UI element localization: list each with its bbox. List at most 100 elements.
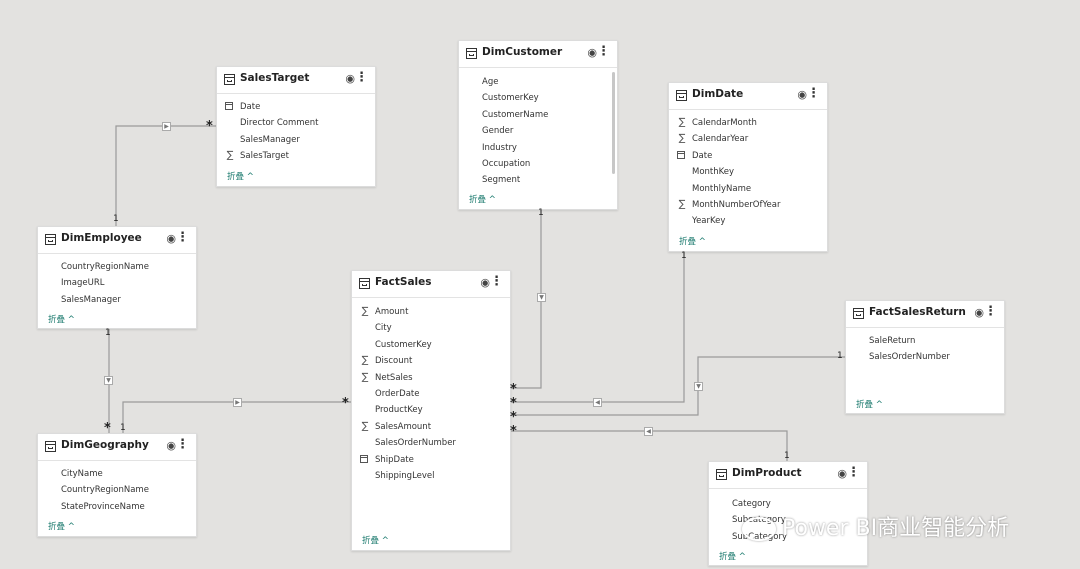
table-card-dimdate[interactable]: DimDate ◉ ⋮ ∑ CalendarMonth ∑ CalendarYear…	[668, 82, 828, 252]
table-icon	[716, 469, 727, 480]
filter-direction-left-icon[interactable]: ◀	[644, 427, 653, 436]
field-item[interactable]: Date	[217, 100, 375, 116]
more-options-icon[interactable]: ⋮	[597, 44, 610, 60]
eye-icon[interactable]: ◉	[345, 73, 355, 85]
table-header[interactable]: DimGeography ◉ ⋮	[38, 434, 196, 461]
eye-icon[interactable]: ◉	[166, 440, 176, 452]
more-options-icon[interactable]: ⋮	[176, 230, 189, 246]
field-item[interactable]: Age	[459, 75, 617, 91]
field-item[interactable]: ImageURL	[38, 276, 196, 292]
more-options-icon[interactable]: ⋮	[807, 86, 820, 102]
filter-direction-down-icon[interactable]: ▼	[537, 293, 546, 302]
model-canvas[interactable]: SalesTarget ◉ ⋮ Date Director Comment Sa…	[0, 0, 1080, 569]
field-item[interactable]: ∑ CalendarYear	[669, 132, 827, 148]
table-card-factsales[interactable]: FactSales ◉ ⋮ ∑ Amount City CustomerKey ∑…	[351, 270, 511, 551]
collapse-link[interactable]: 折叠 ^	[48, 313, 75, 325]
field-name: CustomerName	[482, 109, 549, 120]
collapse-link[interactable]: 折叠 ^	[719, 550, 746, 562]
more-options-icon[interactable]: ⋮	[355, 70, 368, 86]
table-card-salestarget[interactable]: SalesTarget ◉ ⋮ Date Director Comment Sa…	[216, 66, 376, 187]
field-item[interactable]: StateProvinceName	[38, 500, 196, 516]
eye-icon[interactable]: ◉	[974, 307, 984, 319]
field-item[interactable]: ∑ SalesAmount	[352, 420, 510, 436]
field-item[interactable]: ShippingLevel	[352, 469, 510, 485]
collapse-link[interactable]: 折叠 ^	[362, 534, 389, 546]
table-header[interactable]: DimEmployee ◉ ⋮	[38, 227, 196, 254]
field-item[interactable]: SalesOrderNumber	[352, 436, 510, 452]
field-item[interactable]: ∑ Amount	[352, 305, 510, 321]
filter-direction-down-icon[interactable]: ▼	[694, 382, 703, 391]
collapse-link[interactable]: 折叠 ^	[856, 398, 883, 410]
cardinality-one: 1	[837, 351, 843, 361]
field-name: SalesManager	[240, 134, 300, 145]
cardinality-one: 1	[113, 214, 119, 224]
sigma-icon: ∑	[678, 133, 686, 145]
table-header[interactable]: DimProduct ◉ ⋮	[709, 462, 867, 489]
field-item[interactable]: Industry	[459, 141, 617, 157]
field-item[interactable]: MonthKey	[669, 165, 827, 181]
more-options-icon[interactable]: ⋮	[490, 274, 503, 290]
field-item[interactable]: SaleReturn	[846, 334, 1004, 350]
field-item[interactable]: CountryRegionName	[38, 260, 196, 276]
field-name: City	[375, 323, 392, 334]
field-item[interactable]: SalesManager	[38, 293, 196, 309]
field-item[interactable]: ∑ Discount	[352, 354, 510, 370]
field-item[interactable]: CustomerKey	[459, 91, 617, 107]
sigma-icon: ∑	[361, 355, 369, 367]
filter-direction-right-icon[interactable]: ▶	[233, 398, 242, 407]
more-options-icon[interactable]: ⋮	[984, 304, 997, 320]
field-name: CountryRegionName	[61, 485, 149, 496]
field-item[interactable]: CountryRegionName	[38, 483, 196, 499]
table-card-dimemployee[interactable]: DimEmployee ◉ ⋮ CountryRegionName ImageU…	[37, 226, 197, 329]
field-item[interactable]: OrderDate	[352, 387, 510, 403]
field-name: Category	[732, 499, 771, 509]
table-header[interactable]: DimDate ◉ ⋮	[669, 83, 827, 110]
eye-icon[interactable]: ◉	[480, 277, 490, 289]
collapse-link[interactable]: 折叠 ^	[227, 170, 254, 182]
table-card-factsalesreturn[interactable]: FactSalesReturn ◉ ⋮ SaleReturn SalesOrde…	[845, 300, 1005, 414]
cardinality-many: *	[510, 410, 517, 425]
field-item[interactable]: CityName	[38, 467, 196, 483]
field-item[interactable]: MonthlyName	[669, 182, 827, 198]
collapse-link[interactable]: 折叠 ^	[48, 520, 75, 532]
table-header[interactable]: FactSalesReturn ◉ ⋮	[846, 301, 1004, 328]
filter-direction-left-icon[interactable]: ◀	[593, 398, 602, 407]
field-item[interactable]: ∑ NetSales	[352, 371, 510, 387]
table-header[interactable]: DimCustomer ◉ ⋮	[459, 41, 617, 68]
more-options-icon[interactable]: ⋮	[176, 437, 189, 453]
field-item[interactable]: YearKey	[669, 214, 827, 230]
collapse-link[interactable]: 折叠 ^	[679, 235, 706, 247]
field-item[interactable]: CustomerName	[459, 108, 617, 124]
table-header[interactable]: SalesTarget ◉ ⋮	[217, 67, 375, 94]
eye-icon[interactable]: ◉	[166, 233, 176, 245]
more-options-icon[interactable]: ⋮	[847, 465, 860, 481]
field-item[interactable]: ∑ CalendarMonth	[669, 116, 827, 132]
field-item[interactable]: ∑ MonthNumberOfYear	[669, 198, 827, 214]
field-item[interactable]: CustomerKey	[352, 338, 510, 354]
table-icon	[466, 48, 477, 59]
field-name: Industry	[482, 142, 517, 153]
eye-icon[interactable]: ◉	[837, 468, 847, 480]
field-list: Date Director Comment SalesManager ∑ Sale…	[217, 100, 375, 166]
field-item[interactable]: Date	[669, 149, 827, 165]
table-header[interactable]: FactSales ◉ ⋮	[352, 271, 510, 298]
field-item[interactable]: Gender	[459, 124, 617, 140]
field-item[interactable]: ShipDate	[352, 453, 510, 469]
table-card-dimcustomer[interactable]: DimCustomer ◉ ⋮ Age CustomerKey Customer…	[458, 40, 618, 210]
filter-direction-down-icon[interactable]: ▼	[104, 376, 113, 385]
watermark: Power BI商业智能分析	[742, 510, 1009, 542]
field-name: Gender	[482, 126, 514, 137]
collapse-link[interactable]: 折叠 ^	[469, 193, 496, 205]
table-card-dimgeography[interactable]: DimGeography ◉ ⋮ CityName CountryRegionN…	[37, 433, 197, 537]
field-item[interactable]: Director Comment	[217, 116, 375, 132]
field-item[interactable]: SalesManager	[217, 133, 375, 149]
field-item[interactable]: City	[352, 321, 510, 337]
field-item[interactable]: Occupation	[459, 157, 617, 173]
field-item[interactable]: ProductKey	[352, 403, 510, 419]
field-item[interactable]: ∑ SalesTarget	[217, 149, 375, 165]
filter-direction-right-icon[interactable]: ▶	[162, 122, 171, 131]
field-item[interactable]: SalesOrderNumber	[846, 350, 1004, 366]
eye-icon[interactable]: ◉	[587, 47, 597, 59]
field-item[interactable]: Segment	[459, 173, 617, 189]
eye-icon[interactable]: ◉	[797, 89, 807, 101]
